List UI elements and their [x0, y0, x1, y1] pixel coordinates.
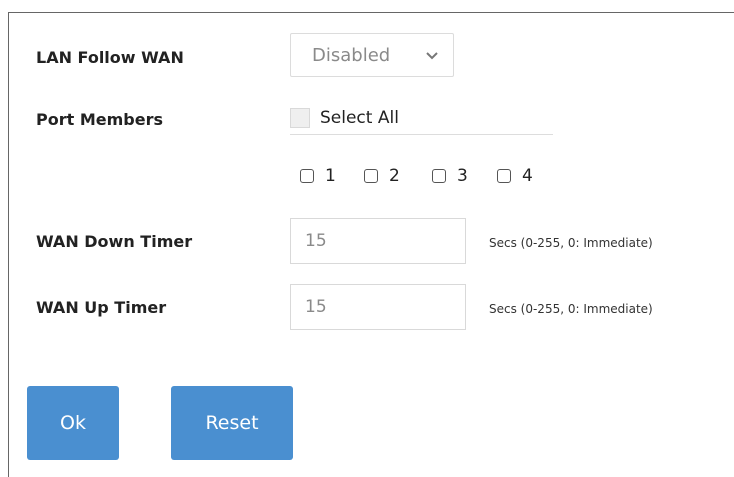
port-checkbox-3[interactable]: 3 — [432, 166, 468, 186]
wan-up-timer-value: 15 — [305, 297, 327, 317]
port-label: 1 — [325, 166, 336, 186]
checkbox-icon[interactable] — [300, 169, 314, 183]
lan-follow-wan-selected-value: Disabled — [312, 44, 391, 66]
port-checkbox-2[interactable]: 2 — [364, 166, 400, 186]
port-label: 2 — [389, 166, 400, 186]
chevron-down-icon — [426, 52, 438, 60]
port-checkbox-4[interactable]: 4 — [497, 166, 533, 186]
wan-up-timer-label: WAN Up Timer — [36, 298, 167, 317]
wan-up-timer-hint: Secs (0-255, 0: Immediate) — [489, 302, 653, 316]
wan-down-timer-value: 15 — [305, 231, 327, 251]
ok-button[interactable]: Ok — [27, 386, 119, 460]
port-label: 4 — [522, 166, 533, 186]
checkbox-icon[interactable] — [364, 169, 378, 183]
reset-button[interactable]: Reset — [171, 386, 293, 460]
port-checkbox-1[interactable]: 1 — [300, 166, 336, 186]
divider — [290, 134, 553, 135]
checkbox-icon[interactable] — [497, 169, 511, 183]
select-all-checkbox[interactable] — [290, 108, 310, 128]
wan-down-timer-hint: Secs (0-255, 0: Immediate) — [489, 236, 653, 250]
wan-down-timer-label: WAN Down Timer — [36, 232, 193, 251]
wan-down-timer-input[interactable]: 15 — [290, 218, 466, 264]
wan-up-timer-input[interactable]: 15 — [290, 284, 466, 330]
checkbox-icon[interactable] — [432, 169, 446, 183]
lan-follow-wan-label: LAN Follow WAN — [36, 48, 184, 67]
lan-follow-wan-select[interactable]: Disabled — [290, 33, 454, 77]
port-label: 3 — [457, 166, 468, 186]
select-all-label: Select All — [320, 108, 399, 128]
port-members-label: Port Members — [36, 110, 163, 129]
